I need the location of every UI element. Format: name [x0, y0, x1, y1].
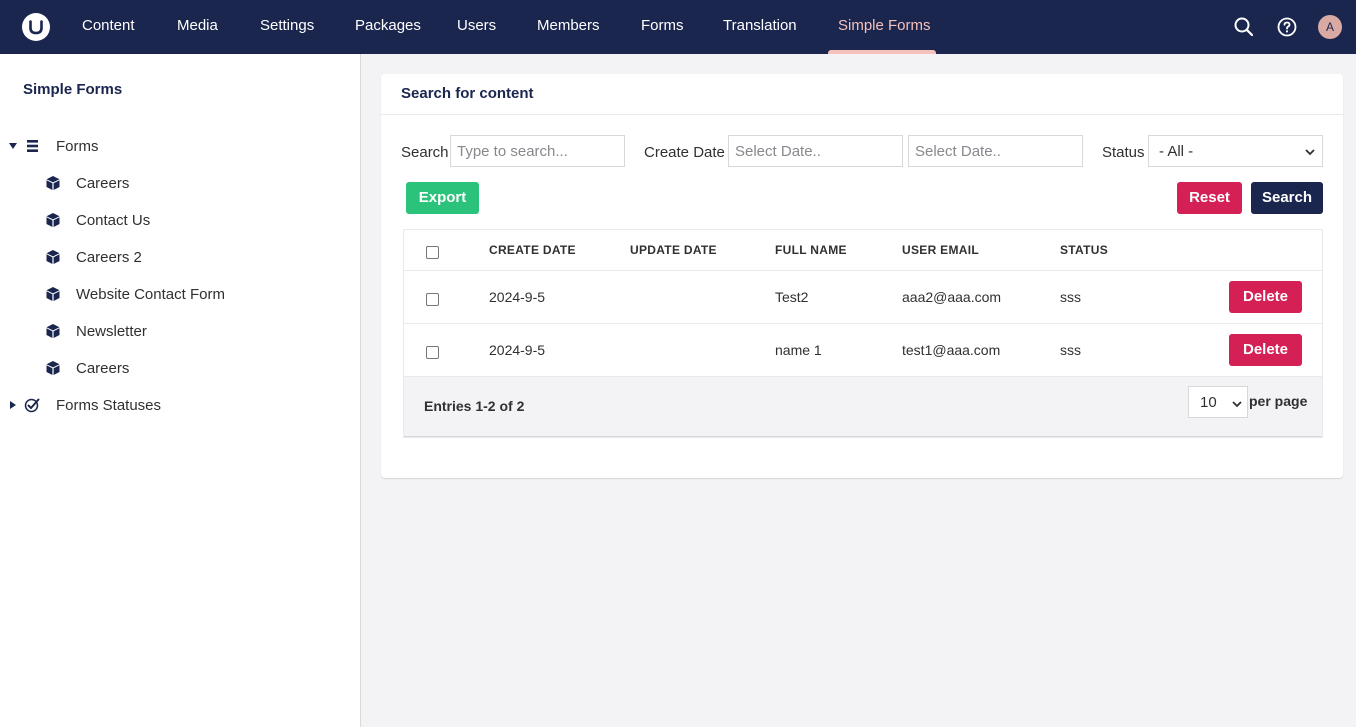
status-select[interactable]: - All -: [1148, 135, 1323, 167]
panel-header: Search for content: [381, 74, 1343, 115]
nav-item-users[interactable]: Users: [457, 0, 496, 54]
tree-label: Newsletter: [76, 323, 147, 340]
date-from-input[interactable]: [728, 135, 903, 167]
checkmark-circle-icon: [24, 397, 40, 413]
user-avatar[interactable]: A: [1318, 15, 1342, 39]
chevron-down-icon: [1231, 397, 1243, 409]
per-page-select[interactable]: 10: [1188, 386, 1248, 418]
nav-item-packages[interactable]: Packages: [355, 0, 421, 54]
nav-item-members[interactable]: Members: [537, 0, 600, 54]
tree-item-careers[interactable]: Careers: [0, 354, 360, 384]
cell-create-date: 2024-9-5: [489, 289, 546, 305]
nav-item-simple-forms[interactable]: Simple Forms: [838, 0, 931, 54]
tree-label: Careers 2: [76, 249, 142, 266]
cell-full-name: name 1: [775, 342, 822, 358]
tree-label-forms-statuses: Forms Statuses: [56, 397, 162, 414]
cell-status: sss: [1060, 289, 1081, 305]
umbraco-logo-icon[interactable]: [22, 13, 50, 41]
nav-item-media[interactable]: Media: [177, 0, 218, 54]
create-date-label: Create Date: [644, 144, 725, 161]
table-footer: Entries 1-2 of 2 10 per page: [404, 377, 1322, 437]
tree-item-newsletter[interactable]: Newsletter: [0, 317, 360, 347]
list-icon: [25, 138, 41, 154]
cube-icon: [45, 323, 61, 339]
table-row: 2024-9-5 name 1 test1@aaa.com sss Delete: [404, 324, 1322, 377]
cell-full-name: Test2: [775, 289, 809, 305]
tree-label: Contact Us: [76, 212, 151, 229]
results-table: CREATE DATE UPDATE DATE FULL NAME USER E…: [403, 229, 1323, 438]
column-header-user-email[interactable]: USER EMAIL: [902, 243, 979, 257]
caret-right-icon[interactable]: [10, 401, 16, 409]
nav-item-settings[interactable]: Settings: [260, 0, 314, 54]
tree-item-website-contact-form[interactable]: Website Contact Form: [0, 280, 360, 310]
reset-button[interactable]: Reset: [1177, 182, 1242, 214]
row-checkbox[interactable]: [426, 293, 439, 306]
panel-title: Search for content: [401, 85, 534, 102]
nav-item-content[interactable]: Content: [82, 0, 135, 54]
cube-icon: [45, 212, 61, 228]
cell-user-email: aaa2@aaa.com: [902, 289, 1002, 305]
cube-icon: [45, 360, 61, 376]
date-to-input[interactable]: [908, 135, 1083, 167]
chevron-down-icon: [1304, 145, 1316, 157]
delete-button[interactable]: Delete: [1229, 281, 1302, 313]
nav-item-forms[interactable]: Forms: [641, 0, 684, 54]
tree-item-forms-statuses[interactable]: Forms Statuses: [0, 391, 360, 421]
search-label: Search: [401, 144, 449, 161]
row-checkbox[interactable]: [426, 346, 439, 359]
delete-button[interactable]: Delete: [1229, 334, 1302, 366]
table-row: 2024-9-5 Test2 aaa2@aaa.com sss Delete: [404, 271, 1322, 324]
tree-label: Website Contact Form: [76, 286, 225, 303]
tree-item-careers-2[interactable]: Careers 2: [0, 243, 360, 273]
tree-label-forms: Forms: [56, 138, 99, 155]
caret-down-icon[interactable]: [9, 143, 17, 149]
nav-item-translation[interactable]: Translation: [723, 0, 797, 54]
table-header: CREATE DATE UPDATE DATE FULL NAME USER E…: [404, 230, 1322, 271]
tree-item-forms[interactable]: Forms: [0, 132, 360, 162]
column-header-status[interactable]: STATUS: [1060, 243, 1108, 257]
help-icon[interactable]: [1275, 15, 1299, 39]
search-input[interactable]: [450, 135, 625, 167]
column-header-update-date[interactable]: UPDATE DATE: [630, 243, 717, 257]
select-all-checkbox[interactable]: [426, 246, 439, 259]
sidebar-title: Simple Forms: [23, 81, 123, 98]
status-select-value: - All -: [1159, 143, 1194, 160]
tree-item-contact-us[interactable]: Contact Us: [0, 206, 360, 236]
cube-icon: [45, 286, 61, 302]
cube-icon: [45, 249, 61, 265]
column-header-full-name[interactable]: FULL NAME: [775, 243, 847, 257]
per-page-label: per page: [1249, 393, 1308, 409]
active-nav-indicator: [828, 50, 936, 54]
tree-label: Careers: [76, 175, 130, 192]
entries-count: Entries 1-2 of 2: [424, 398, 525, 414]
search-icon[interactable]: [1232, 15, 1256, 39]
tree-item-careers[interactable]: Careers: [0, 169, 360, 199]
sidebar: Simple Forms Forms Careers Contact Us Ca…: [0, 54, 361, 727]
cube-icon: [45, 175, 61, 191]
tree-label: Careers: [76, 360, 130, 377]
cell-user-email: test1@aaa.com: [902, 342, 1001, 358]
column-header-create-date[interactable]: CREATE DATE: [489, 243, 576, 257]
per-page-value: 10: [1200, 394, 1217, 411]
cell-create-date: 2024-9-5: [489, 342, 546, 358]
search-button[interactable]: Search: [1251, 182, 1323, 214]
cell-status: sss: [1060, 342, 1081, 358]
top-navigation-bar: Content Media Settings Packages Users Me…: [0, 0, 1356, 54]
export-button[interactable]: Export: [406, 182, 479, 214]
status-label: Status: [1102, 144, 1145, 161]
